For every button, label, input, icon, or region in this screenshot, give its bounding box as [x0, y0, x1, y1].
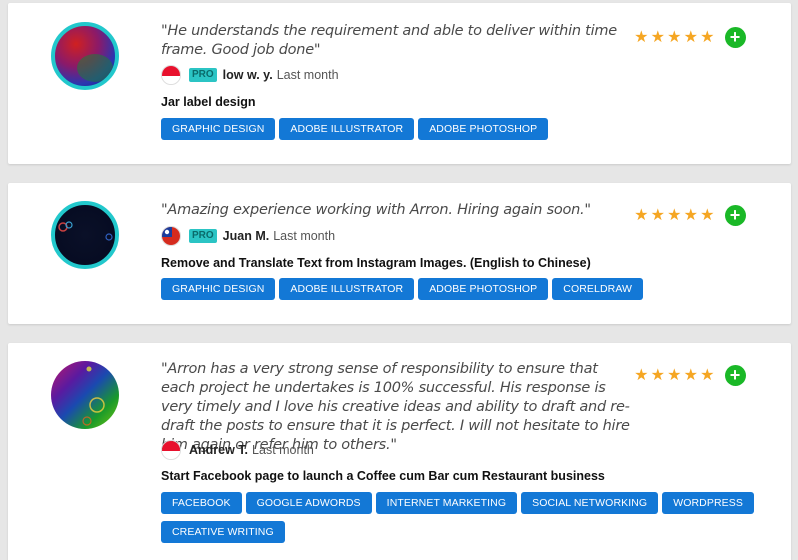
review-card: "Amazing experience working with Arron. …: [8, 183, 791, 324]
project-title: Remove and Translate Text from Instagram…: [161, 256, 591, 270]
skill-tag[interactable]: ADOBE PHOTOSHOP: [418, 118, 549, 140]
taiwan-flag-icon: [161, 226, 181, 246]
project-title: Jar label design: [161, 95, 256, 109]
star-icon: ★: [667, 366, 682, 384]
skill-tag[interactable]: WORDPRESS: [662, 492, 754, 514]
review-quote: "Amazing experience working with Arron. …: [161, 202, 591, 218]
reviewer-avatar[interactable]: [51, 361, 119, 429]
star-icon: ★: [683, 206, 698, 224]
skill-tags: GRAPHIC DESIGN ADOBE ILLUSTRATOR ADOBE P…: [161, 278, 761, 307]
pro-badge: PRO: [189, 68, 217, 82]
star-rating: ★ ★ ★ ★ ★ +: [633, 27, 746, 48]
star-icon: ★: [683, 366, 698, 384]
skill-tag[interactable]: CREATIVE WRITING: [161, 521, 285, 543]
star-icon: ★: [667, 28, 682, 46]
singapore-flag-icon: [161, 440, 181, 460]
star-rating: ★ ★ ★ ★ ★ +: [633, 365, 746, 386]
review-card: "He understands the requirement and able…: [8, 3, 791, 164]
skill-tag[interactable]: CORELDRAW: [552, 278, 644, 300]
reviewer-meta: Andrew T. Last month: [161, 440, 314, 460]
skill-tag[interactable]: ADOBE PHOTOSHOP: [418, 278, 549, 300]
reviewer-meta: PRO low w. y. Last month: [161, 65, 339, 85]
skill-tags: FACEBOOK GOOGLE ADWORDS INTERNET MARKETI…: [161, 492, 761, 550]
star-icon: ★: [650, 366, 665, 384]
singapore-flag-icon: [161, 65, 181, 85]
star-icon: ★: [650, 28, 665, 46]
skill-tag[interactable]: INTERNET MARKETING: [375, 492, 518, 514]
reviewer-meta: PRO Juan M. Last month: [161, 226, 335, 246]
reviewer-avatar[interactable]: [51, 22, 119, 90]
skill-tag[interactable]: ADOBE ILLUSTRATOR: [279, 278, 415, 300]
review-time: Last month: [276, 68, 339, 82]
skill-tag[interactable]: ADOBE ILLUSTRATOR: [279, 118, 415, 140]
star-icon: ★: [634, 206, 649, 224]
star-icon: ★: [700, 206, 715, 224]
skill-tag[interactable]: GOOGLE ADWORDS: [245, 492, 372, 514]
star-icon: ★: [667, 206, 682, 224]
star-icon: ★: [634, 366, 649, 384]
star-icon: ★: [700, 366, 715, 384]
pro-badge: PRO: [189, 229, 217, 243]
star-icon: ★: [683, 28, 698, 46]
skill-tag[interactable]: GRAPHIC DESIGN: [161, 118, 276, 140]
project-title: Start Facebook page to launch a Coffee c…: [161, 469, 605, 483]
skill-tags: GRAPHIC DESIGN ADOBE ILLUSTRATOR ADOBE P…: [161, 118, 761, 147]
reviewer-name[interactable]: Juan M.: [223, 229, 270, 243]
review-quote: "He understands the requirement and able…: [161, 23, 617, 58]
star-icon: ★: [650, 206, 665, 224]
skill-tag[interactable]: GRAPHIC DESIGN: [161, 278, 276, 300]
skill-tag[interactable]: SOCIAL NETWORKING: [521, 492, 659, 514]
reviewer-name[interactable]: low w. y.: [223, 68, 273, 82]
review-card: "Arron has a very strong sense of respon…: [8, 343, 791, 560]
plus-icon[interactable]: +: [724, 27, 746, 48]
skill-tag[interactable]: FACEBOOK: [161, 492, 242, 514]
reviewer-name[interactable]: Andrew T.: [189, 443, 248, 457]
star-icon: ★: [700, 28, 715, 46]
review-time: Last month: [273, 229, 336, 243]
review-time: Last month: [252, 443, 314, 457]
star-icon: ★: [634, 28, 649, 46]
plus-icon[interactable]: +: [724, 205, 746, 226]
star-rating: ★ ★ ★ ★ ★ +: [633, 205, 746, 226]
plus-icon[interactable]: +: [724, 365, 746, 386]
reviewer-avatar[interactable]: [51, 201, 119, 269]
